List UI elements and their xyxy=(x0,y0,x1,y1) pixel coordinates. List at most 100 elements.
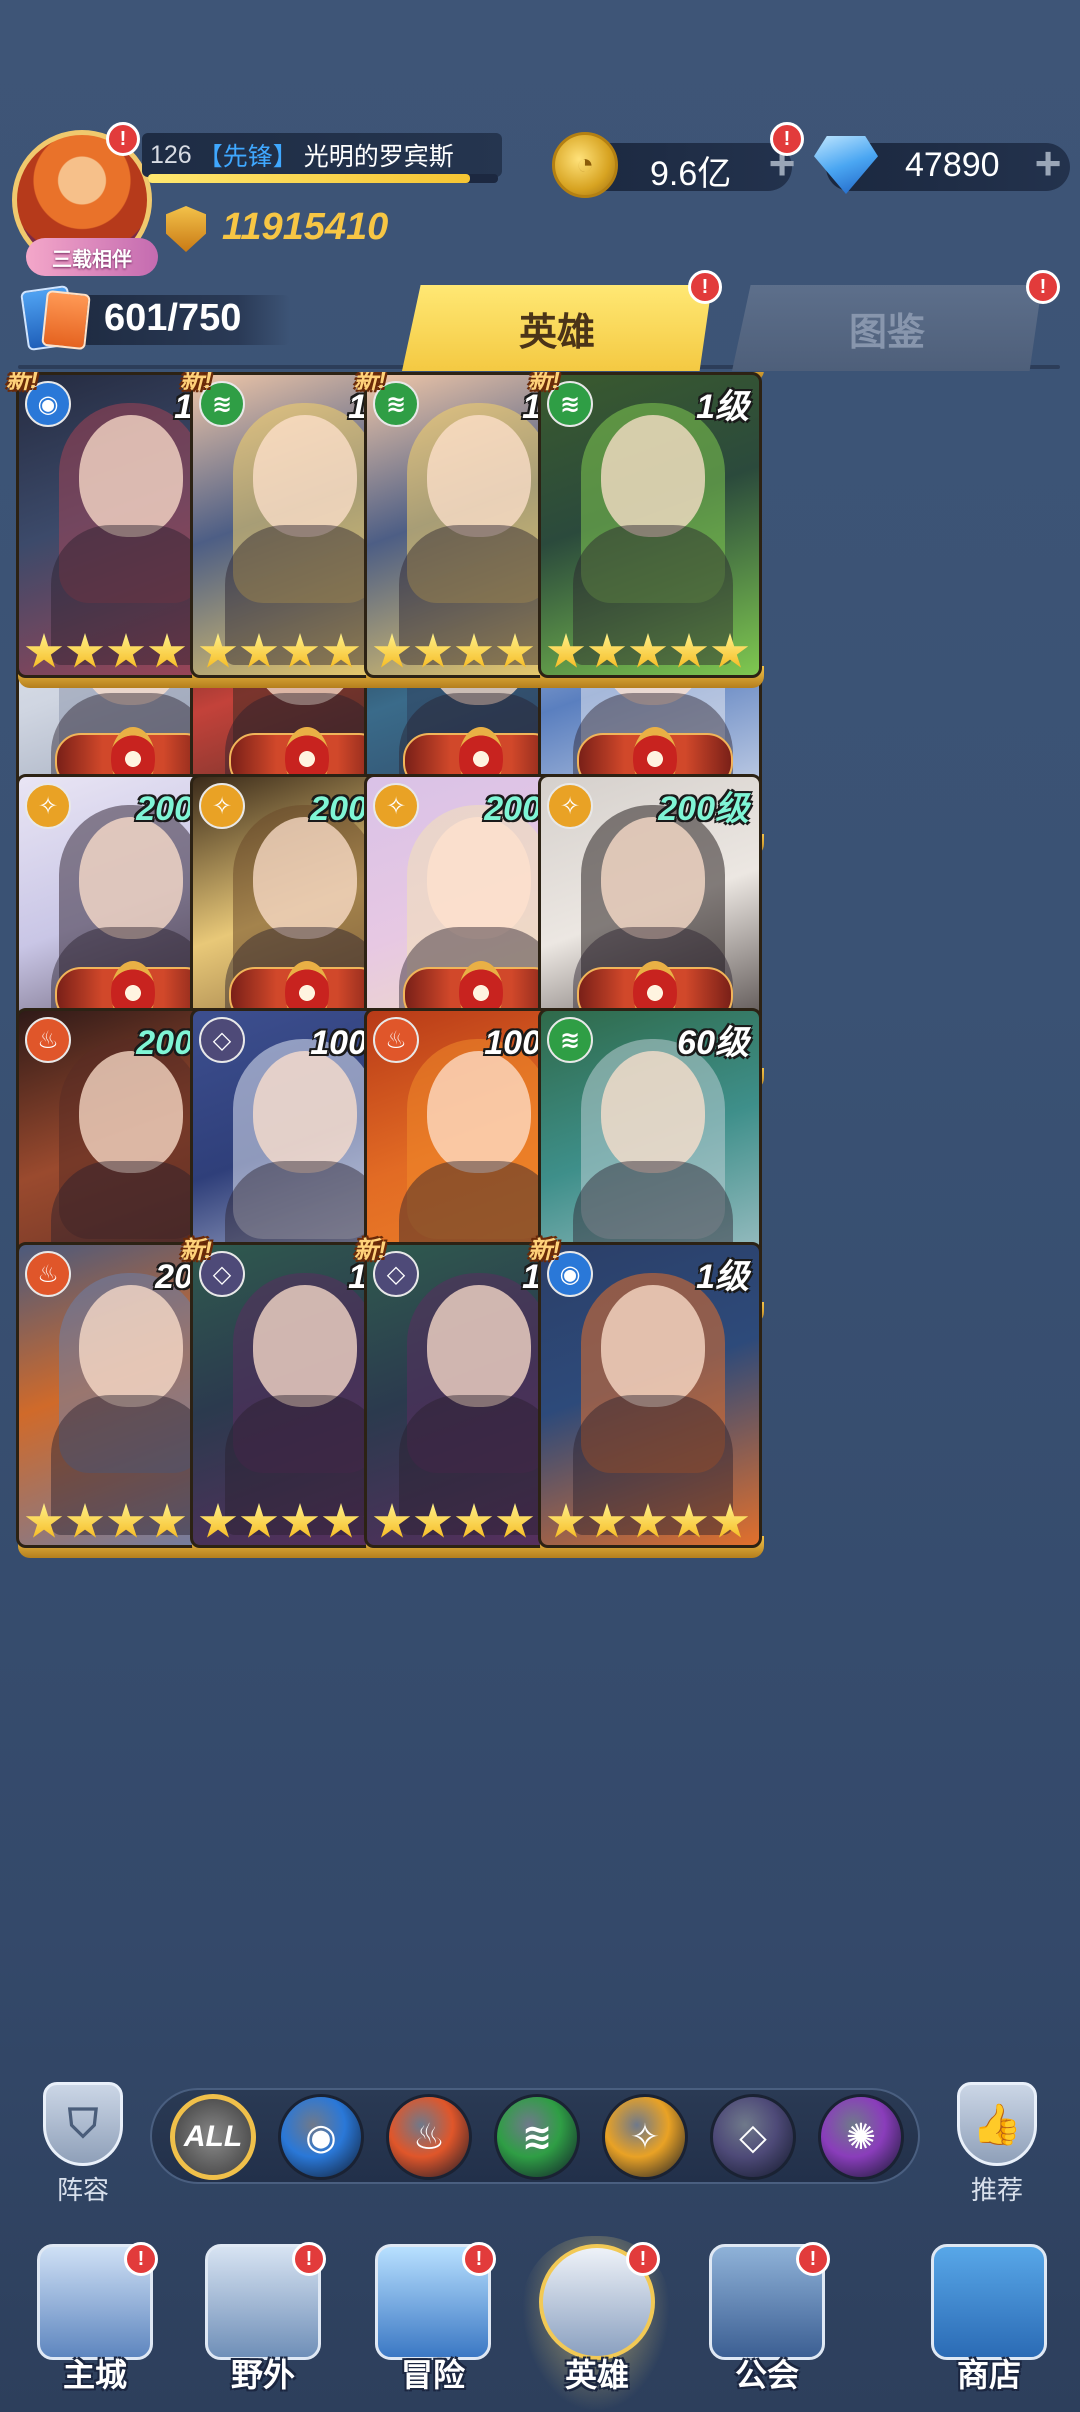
hero-face-shape xyxy=(79,415,183,537)
hero-face-shape xyxy=(601,817,705,939)
hero-card[interactable]: ≋1级新! xyxy=(528,372,766,692)
hero-card[interactable]: ◉1级新! xyxy=(528,1237,766,1562)
filter-all-button[interactable]: ALL xyxy=(170,2094,256,2180)
avatar-badge: 三载相伴 xyxy=(26,238,158,276)
nav-label: 主城 xyxy=(62,2357,127,2393)
star-icon xyxy=(414,1503,452,1538)
nav-alert-icon: ! xyxy=(292,2242,326,2276)
star-icon xyxy=(496,1503,534,1538)
hero-portrait: ◉1级 xyxy=(538,1242,762,1548)
star-icon xyxy=(547,1503,585,1538)
star-icon xyxy=(496,633,534,668)
hero-face-shape xyxy=(427,817,531,939)
nav-label: 商店 xyxy=(956,2357,1021,2393)
gold-value: 9.6亿 xyxy=(650,155,732,193)
thumbs-up-icon: 👍 xyxy=(957,2082,1037,2166)
hero-level: 1级 xyxy=(696,388,749,426)
nav-item-shop[interactable]: 商店 xyxy=(914,2244,1064,2412)
nav-item-portal[interactable]: 野外! xyxy=(188,2242,338,2412)
star-icon xyxy=(322,1503,360,1538)
shop-icon xyxy=(931,2244,1047,2360)
star-icon xyxy=(711,633,749,668)
nav-alert-icon: ! xyxy=(124,2242,158,2276)
hero-cards-icon-back xyxy=(41,289,91,351)
tab-codex-alert-icon: ! xyxy=(1026,270,1060,304)
tab-codex[interactable]: 图鉴 xyxy=(732,285,1042,371)
recommend-button[interactable]: 👍 推荐 xyxy=(942,2082,1052,2212)
nav-alert-icon: ! xyxy=(796,2242,830,2276)
hero-face-shape xyxy=(601,1051,705,1173)
star-icon xyxy=(107,1503,145,1538)
hero-face-shape xyxy=(427,1285,531,1407)
new-hero-tag: 新! xyxy=(180,372,212,394)
star-icon xyxy=(373,633,411,668)
filter-nature-button[interactable]: ≋ xyxy=(494,2094,580,2180)
new-hero-tag: 新! xyxy=(354,1237,386,1264)
nav-item-guild-banner[interactable]: 公会! xyxy=(692,2242,842,2412)
hero-level: 1级 xyxy=(696,1258,749,1296)
gold-coin-icon: ◔ xyxy=(552,132,618,198)
star-icon xyxy=(199,633,237,668)
nature-faction-icon: ≋ xyxy=(547,1017,593,1063)
hero-face-shape xyxy=(427,415,531,537)
filter-void-button[interactable]: ◇ xyxy=(710,2094,796,2180)
player-name: 光明的罗宾斯 xyxy=(303,143,454,171)
hero-face-shape xyxy=(79,817,183,939)
new-hero-tag: 新! xyxy=(528,1237,560,1264)
star-icon xyxy=(455,1503,493,1538)
hero-face-shape xyxy=(253,817,357,939)
new-hero-tag: 新! xyxy=(6,372,38,394)
nav-item-knight-helmet[interactable]: 英雄! xyxy=(522,2242,672,2412)
light-faction-icon: ✧ xyxy=(25,783,71,829)
fire-faction-icon: ♨ xyxy=(25,1017,71,1063)
filter-light-button[interactable]: ✧ xyxy=(602,2094,688,2180)
star-icon xyxy=(240,1503,278,1538)
hero-face-shape xyxy=(79,1051,183,1173)
hero-stars xyxy=(547,1503,749,1541)
nav-item-castle[interactable]: 主城! xyxy=(20,2242,170,2412)
hero-face-shape xyxy=(601,1285,705,1407)
star-icon xyxy=(25,633,63,668)
hero-face-shape xyxy=(253,1285,357,1407)
power-value: 11915410 xyxy=(222,206,389,248)
nature-icon: ≋ xyxy=(521,2116,553,2157)
nav-alert-icon: ! xyxy=(462,2242,496,2276)
star-icon xyxy=(148,633,186,668)
fire-faction-icon: ♨ xyxy=(373,1017,419,1063)
nav-item-trident[interactable]: 冒险! xyxy=(358,2242,508,2412)
hero-face-shape xyxy=(253,1051,357,1173)
star-icon xyxy=(670,1503,708,1538)
star-icon xyxy=(281,633,319,668)
rank-title: 【先锋】 xyxy=(197,143,298,171)
star-icon xyxy=(588,1503,626,1538)
nav-label: 英雄 xyxy=(564,2357,629,2393)
xp-bar-fill xyxy=(148,174,470,183)
lineup-button[interactable]: ⛉ 阵容 xyxy=(28,2082,138,2212)
light-faction-icon: ✧ xyxy=(199,783,245,829)
player-avatar[interactable]: 三载相伴 xyxy=(12,130,162,280)
star-icon xyxy=(629,1503,667,1538)
nav-label: 冒险 xyxy=(400,2357,465,2393)
tab-heroes[interactable]: 英雄 xyxy=(402,285,712,371)
gold-alert-icon: ! xyxy=(770,122,804,156)
filter-fire-button[interactable]: ♨ xyxy=(386,2094,472,2180)
star-icon xyxy=(66,633,104,668)
filter-water-button[interactable]: ◉ xyxy=(278,2094,364,2180)
filter-arcane-button[interactable]: ✺ xyxy=(818,2094,904,2180)
hero-stars xyxy=(547,633,749,671)
star-icon xyxy=(66,1503,104,1538)
new-hero-tag: 新! xyxy=(354,372,386,394)
void-icon: ◇ xyxy=(739,2116,767,2157)
star-icon xyxy=(711,1503,749,1538)
gem-value: 47890 xyxy=(905,146,1000,184)
star-icon xyxy=(281,1503,319,1538)
hero-face-shape xyxy=(601,415,705,537)
player-level: 126 xyxy=(150,140,192,169)
fire-faction-icon: ♨ xyxy=(25,1251,71,1297)
power-icon xyxy=(166,206,206,252)
hero-face-shape xyxy=(427,1051,531,1173)
recommend-label: 推荐 xyxy=(970,2175,1023,2205)
add-gems-button[interactable]: + xyxy=(1030,140,1066,186)
star-icon xyxy=(588,633,626,668)
star-icon xyxy=(240,633,278,668)
